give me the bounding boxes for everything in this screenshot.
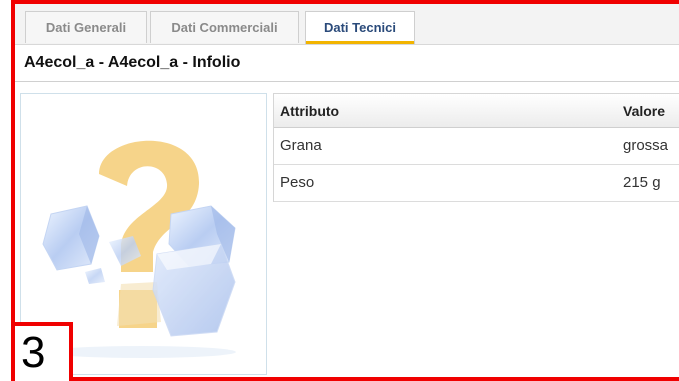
attributes-table: Attributo Valore Grana grossa Peso 215 g [273,93,679,202]
attribute-cell: Peso [280,174,315,191]
annotation-number-badge: 3 [11,322,73,381]
tab-bar: Dati Generali Dati Commerciali Dati Tecn… [15,4,679,45]
table-row: Peso 215 g [274,165,679,202]
tab-dati-commerciali[interactable]: Dati Commerciali [150,11,299,43]
table-header: Attributo Valore [274,93,679,128]
value-cell: grossa [623,137,669,154]
tab-dati-generali[interactable]: Dati Generali [25,11,147,43]
attribute-cell: Grana [280,137,322,154]
page-title: A4ecol_a - A4ecol_a - Infolio [15,45,679,82]
table-row: Grana grossa [274,128,679,165]
column-header-attribute[interactable]: Attributo [280,94,339,128]
column-header-value[interactable]: Valore [623,94,665,128]
value-cell: 215 g [623,174,661,191]
tab-dati-tecnici[interactable]: Dati Tecnici [305,11,415,44]
